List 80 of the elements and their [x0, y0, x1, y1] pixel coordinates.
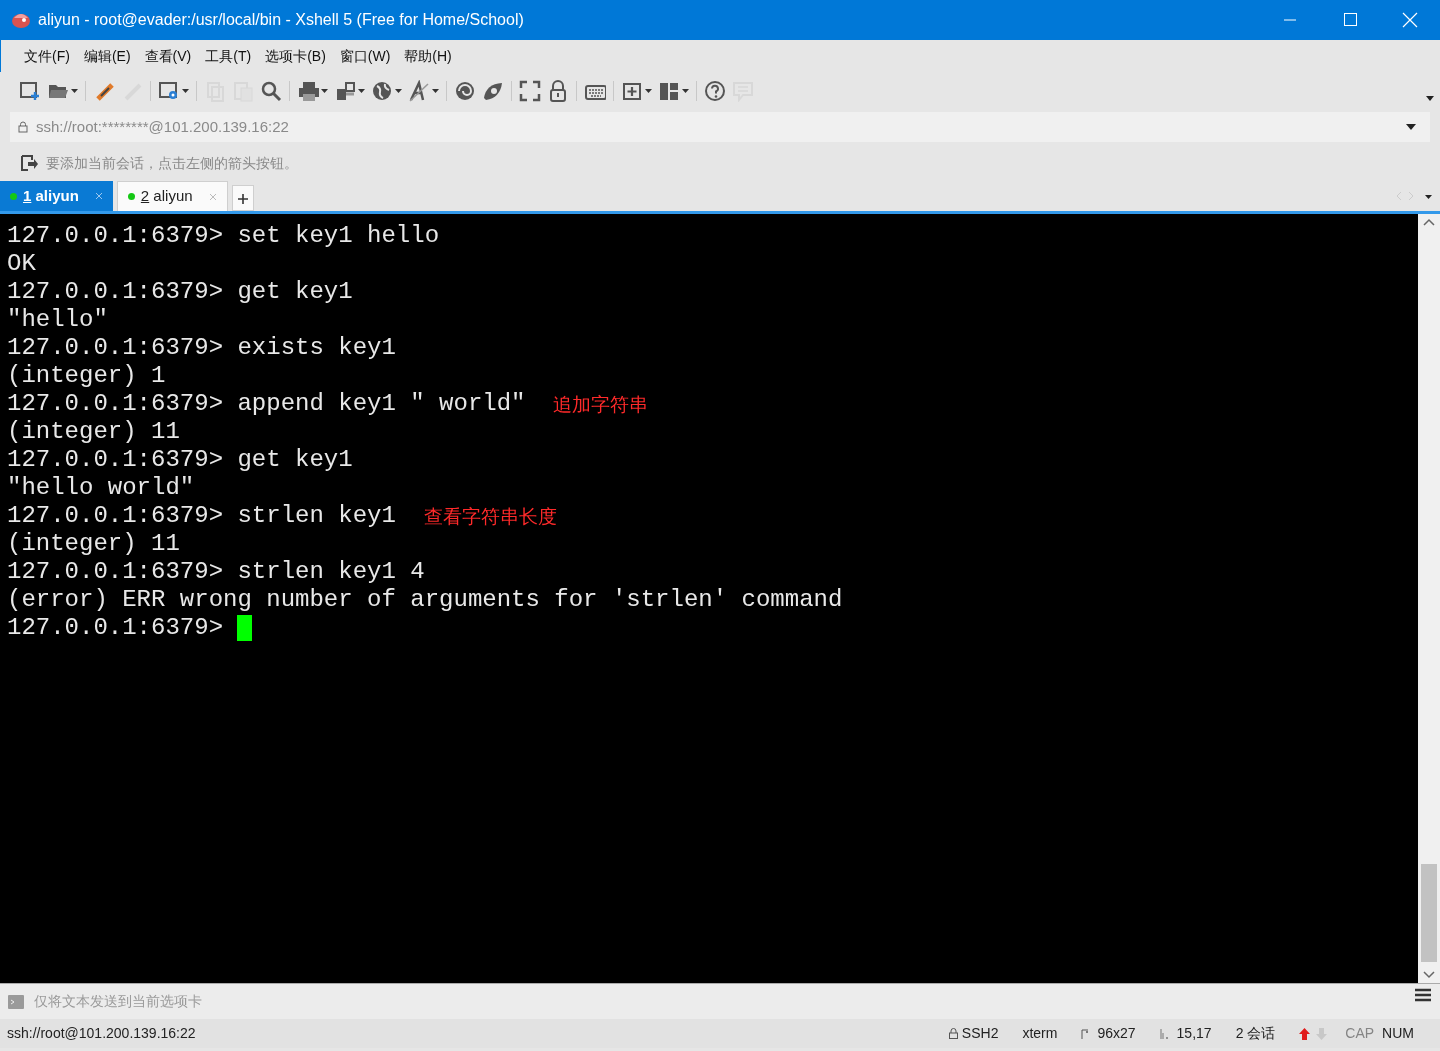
menu-item[interactable]: 选项卡(B) [258, 41, 333, 71]
scrollbar[interactable] [1418, 214, 1440, 983]
session-tab[interactable]: 2 aliyun [116, 181, 228, 211]
caret-icon [71, 89, 78, 93]
lock-icon [948, 1028, 958, 1039]
search-icon [260, 80, 282, 102]
menu-item[interactable]: 编辑(E) [76, 41, 138, 71]
gear-icon [158, 80, 180, 102]
annotation-text: 查看字符串长度 [423, 504, 557, 529]
plus-icon[interactable] [237, 193, 248, 204]
layout-icon [658, 80, 680, 102]
compose-bar[interactable]: 仅将文本发送到当前选项卡 [0, 983, 1440, 1019]
session-tab[interactable]: 1 aliyun [0, 181, 113, 211]
menu-item[interactable]: 文件(F) [17, 41, 77, 71]
swirl-icon [454, 80, 476, 102]
terminal-line: 127.0.0.1:6379> strlen key1 4 [7, 558, 425, 586]
status-dot [10, 192, 17, 200]
printer-icon [297, 80, 319, 102]
terminal-line: (integer) 1 [7, 362, 166, 390]
caps-lock-indicator: CAP [1345, 1024, 1375, 1043]
num-lock-indicator: NUM [1382, 1024, 1414, 1043]
menu-item[interactable]: 窗口(W) [332, 41, 398, 71]
terminal-line: 127.0.0.1:6379> [7, 614, 224, 642]
lock-icon [547, 80, 569, 102]
menu-item[interactable]: 工具(T) [198, 41, 259, 71]
fullscreen-icon [519, 80, 541, 102]
status-address: ssh://root@101.200.139.16:22 [7, 1024, 196, 1043]
font-icon [408, 80, 430, 102]
leaf-icon [482, 80, 504, 102]
window-title: aliyun - root@evader:/usr/local/bin - Xshell 5 (Free for Home/School) [37, 10, 524, 30]
terminal-icon [8, 994, 24, 1009]
size-icon [1081, 1028, 1090, 1039]
caret-icon [682, 89, 689, 93]
scroll-up-icon[interactable] [1423, 218, 1435, 226]
help-icon [704, 80, 726, 102]
terminal-line: (error) ERR wrong number of arguments for 'strlen' command [7, 586, 843, 614]
new-tab-button[interactable] [231, 185, 254, 211]
terminal-line: 127.0.0.1:6379> append key1 " world" [7, 390, 526, 418]
scroll-down-icon[interactable] [1423, 971, 1435, 979]
caret-icon [645, 89, 652, 93]
terminal-line: (integer) 11 [7, 418, 180, 446]
scroll-thumb[interactable] [1421, 864, 1437, 962]
session-count-text: 2 会话 [1235, 1024, 1276, 1043]
lock-icon [18, 121, 28, 133]
tab-list-caret-icon[interactable] [1425, 195, 1432, 199]
cursor-position-icon [1159, 1028, 1169, 1039]
compose-field[interactable]: 仅将文本发送到当前选项卡 [32, 990, 1406, 1013]
terminal-line: 127.0.0.1:6379> get key1 [7, 446, 353, 474]
close-icon[interactable] [1400, 10, 1420, 30]
add-window-icon [621, 80, 643, 102]
terminal-type-text: xterm [1022, 1024, 1058, 1043]
hint-text: 要添加当前会话，点击左侧的箭头按钮。 [46, 153, 298, 173]
globe-icon [371, 80, 393, 102]
terminal-line: 127.0.0.1:6379> exists key1 [7, 334, 396, 362]
terminal-line: 127.0.0.1:6379> get key1 [7, 278, 353, 306]
add-session-arrow-icon[interactable] [20, 154, 38, 172]
cursor-position-text: 15,17 [1176, 1024, 1212, 1043]
terminal-line: "hello world" [7, 474, 195, 502]
transfer-icon [334, 80, 356, 102]
terminal-line: (integer) 11 [7, 530, 180, 558]
dropdown-caret-icon[interactable] [1406, 124, 1416, 130]
caret-icon [395, 89, 402, 93]
close-tab-icon[interactable] [94, 192, 103, 200]
overflow-caret-icon[interactable] [1426, 95, 1434, 101]
menu-item[interactable]: 查看(V) [137, 41, 199, 71]
caret-icon [432, 89, 439, 93]
menu-icon[interactable] [1414, 986, 1432, 1003]
terminal-line: OK [7, 250, 36, 278]
terminal-line: 127.0.0.1:6379> strlen key1 [7, 502, 396, 530]
terminal-size-text: 96x27 [1097, 1024, 1136, 1043]
status-dot [127, 193, 135, 200]
caret-icon [321, 89, 328, 93]
menu-item[interactable]: 帮助(H) [397, 41, 459, 71]
caret-icon [182, 89, 189, 93]
annotation-text: 追加字符串 [553, 392, 649, 417]
terminal-line: "hello" [7, 306, 108, 334]
protocol-text: SSH2 [961, 1024, 999, 1043]
caret-icon [358, 89, 365, 93]
terminal-line: 127.0.0.1:6379> set key1 hello [7, 222, 440, 250]
new-session-icon [19, 80, 41, 102]
